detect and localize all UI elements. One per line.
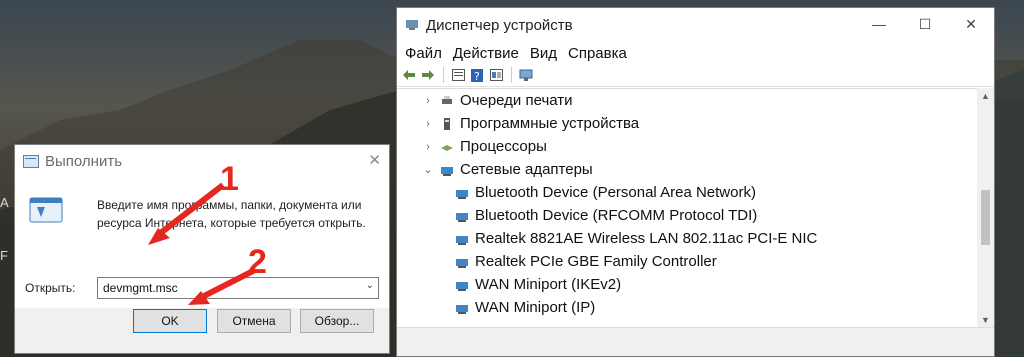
run-program-icon [29, 197, 63, 223]
chevron-right-icon[interactable]: › [422, 141, 434, 153]
menu-bar: Файл Действие Вид Справка [397, 42, 994, 64]
run-dialog-title: Выполнить [45, 152, 123, 170]
tree-node-processors[interactable]: › Процессоры [397, 135, 977, 158]
tree-node-label: Программные устройства [460, 115, 640, 132]
printer-queue-icon [442, 95, 452, 104]
run-dialog[interactable]: Выполнить ✕ Введите имя программы, папки… [14, 144, 390, 354]
menu-action[interactable]: Действие [453, 45, 519, 62]
desktop-fragment-a: A [0, 195, 9, 210]
chevron-right-icon[interactable]: › [422, 95, 434, 107]
software-device-icon [444, 117, 450, 130]
tree-node-network-adapters[interactable]: ⌄ Сетевые адаптеры [397, 158, 977, 181]
run-description: Введите имя программы, папки, документа … [97, 198, 366, 230]
tree-node-label: Процессоры [460, 138, 547, 155]
open-input[interactable]: devmgmt.msc ⌄ [97, 277, 379, 299]
open-input-value: devmgmt.msc [103, 281, 178, 295]
maximize-button[interactable]: ☐ [902, 8, 948, 40]
network-adapter-icon [456, 304, 468, 314]
details-icon[interactable] [488, 67, 504, 83]
window-title: Диспетчер устройств [426, 16, 573, 34]
tree-node-adapter[interactable]: Bluetooth Device (Personal Area Network) [397, 181, 977, 204]
scroll-up-icon[interactable]: ▲ [977, 91, 994, 101]
back-icon[interactable] [401, 67, 417, 83]
step-marker-1: 1 [220, 160, 239, 198]
tree-node-label: WAN Miniport (IP) [475, 299, 596, 316]
help-icon[interactable]: ? [469, 67, 485, 83]
device-tree[interactable]: › Очереди печати › Программные устройств… [397, 88, 977, 328]
tree-node-print-queues[interactable]: › Очереди печати [397, 89, 977, 112]
browse-button[interactable]: Обзор... [300, 309, 374, 333]
chevron-right-icon[interactable]: › [422, 118, 434, 130]
toolbar-separator [511, 67, 512, 83]
close-icon[interactable]: ✕ [368, 151, 381, 169]
desktop-fragment-f: F [0, 248, 8, 263]
tree-node-label: Bluetooth Device (Personal Area Network) [475, 184, 756, 201]
menu-file[interactable]: Файл [405, 45, 442, 62]
properties-icon[interactable] [450, 67, 466, 83]
tree-node-label: Bluetooth Device (RFCOMM Protocol TDI) [475, 207, 758, 224]
forward-icon[interactable] [420, 67, 436, 83]
toolbar-separator [443, 67, 444, 83]
menu-view[interactable]: Вид [530, 45, 557, 62]
close-button[interactable]: ✕ [948, 8, 994, 40]
ok-button[interactable]: OK [133, 309, 207, 333]
cancel-button[interactable]: Отмена [217, 309, 291, 333]
step-marker-2: 2 [248, 243, 267, 281]
menu-help[interactable]: Справка [568, 45, 627, 62]
tree-node-label: Сетевые адаптеры [460, 161, 593, 178]
open-label: Открыть: [25, 281, 76, 295]
chevron-down-icon[interactable]: ⌄ [422, 163, 434, 176]
chevron-down-icon[interactable]: ⌄ [366, 280, 374, 291]
tree-node-label: Realtek PCIe GBE Family Controller [475, 253, 717, 270]
monitor-icon[interactable] [518, 67, 534, 83]
tree-node-adapter[interactable]: Realtek PCIe GBE Family Controller [397, 250, 977, 273]
network-adapter-icon [456, 281, 468, 291]
window-controls: — ☐ ✕ [856, 8, 994, 40]
minimize-button[interactable]: — [856, 8, 902, 40]
svg-text:?: ? [474, 70, 480, 82]
toolbar: ? [397, 64, 994, 87]
tree-node-adapter[interactable]: Bluetooth Device (RFCOMM Protocol TDI) [397, 204, 977, 227]
status-bar [397, 327, 994, 356]
tree-node-adapter[interactable]: WAN Miniport (IP) [397, 296, 977, 319]
network-adapter-icon [456, 235, 468, 245]
network-adapter-icon [441, 166, 453, 176]
processor-icon [441, 144, 453, 151]
network-adapter-icon [456, 212, 468, 222]
scrollbar-thumb[interactable] [981, 190, 990, 245]
tree-node-label: Realtek 8821AE Wireless LAN 802.11ac PCI… [475, 230, 818, 247]
run-content: Введите имя программы, папки, документа … [15, 177, 389, 308]
network-adapter-icon [456, 189, 468, 199]
device-manager-window[interactable]: Диспетчер устройств — ☐ ✕ Файл Действие … [396, 7, 995, 357]
tree-node-software-devices[interactable]: › Программные устройства [397, 112, 977, 135]
tree-node-adapter[interactable]: Realtek 8821AE Wireless LAN 802.11ac PCI… [397, 227, 977, 250]
scroll-down-icon[interactable]: ▼ [977, 315, 994, 325]
network-adapter-icon [456, 258, 468, 268]
vertical-scrollbar[interactable]: ▲ ▼ [977, 88, 994, 328]
run-app-icon [23, 154, 39, 168]
tree-node-label: WAN Miniport (IKEv2) [475, 276, 622, 293]
tree-node-adapter[interactable]: WAN Miniport (IKEv2) [397, 273, 977, 296]
run-title-bar[interactable]: Выполнить [15, 145, 389, 177]
device-manager-icon [406, 20, 418, 30]
tree-node-label: Очереди печати [460, 92, 573, 109]
